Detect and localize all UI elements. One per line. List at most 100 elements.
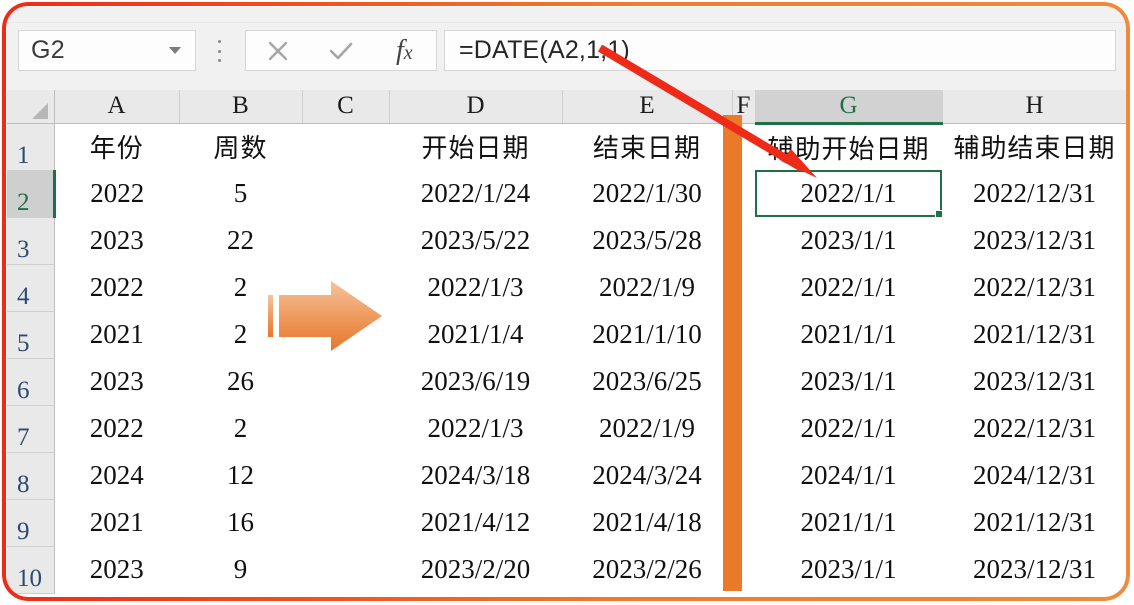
cell-g9[interactable]: 2021/1/1 bbox=[755, 499, 942, 546]
fx-icon[interactable]: fx bbox=[373, 31, 436, 70]
cell-c2[interactable] bbox=[302, 170, 389, 217]
cell-c1[interactable] bbox=[302, 123, 389, 170]
formula-bar-top-strip bbox=[7, 7, 1127, 23]
cell-h4[interactable]: 2022/12/31 bbox=[942, 264, 1127, 311]
cell-b9[interactable]: 16 bbox=[179, 499, 302, 546]
cell-g5[interactable]: 2021/1/1 bbox=[755, 311, 942, 358]
cell-a7[interactable]: 2022 bbox=[54, 405, 179, 452]
cell-d4[interactable]: 2022/1/3 bbox=[389, 264, 562, 311]
cell-c8[interactable] bbox=[302, 452, 389, 499]
cell-b3[interactable]: 22 bbox=[179, 217, 302, 264]
cell-b1[interactable]: 周数 bbox=[179, 123, 302, 170]
cell-h7[interactable]: 2022/12/31 bbox=[942, 405, 1127, 452]
cell-a8[interactable]: 2024 bbox=[54, 452, 179, 499]
right-block-arrow-icon bbox=[268, 278, 384, 354]
cell-b7[interactable]: 2 bbox=[179, 405, 302, 452]
cell-e6[interactable]: 2023/6/25 bbox=[562, 358, 732, 405]
cell-e8[interactable]: 2024/3/24 bbox=[562, 452, 732, 499]
column-header-g[interactable]: G bbox=[755, 90, 943, 125]
cell-c6[interactable] bbox=[302, 358, 389, 405]
table-row: 5 2021 2 2021/1/4 2021/1/10 2021/1/1 202… bbox=[7, 311, 1127, 359]
cell-d6[interactable]: 2023/6/19 bbox=[389, 358, 562, 405]
cell-h8[interactable]: 2024/12/31 bbox=[942, 452, 1127, 499]
cell-g6[interactable]: 2023/1/1 bbox=[755, 358, 942, 405]
cell-c7[interactable] bbox=[302, 405, 389, 452]
column-header-d[interactable]: D bbox=[389, 90, 563, 124]
cell-g3[interactable]: 2023/1/1 bbox=[755, 217, 942, 264]
column-header-e[interactable]: E bbox=[562, 90, 733, 124]
cell-a9[interactable]: 2021 bbox=[54, 499, 179, 546]
check-icon[interactable] bbox=[309, 31, 372, 70]
cell-g1[interactable]: 辅助开始日期 bbox=[755, 123, 942, 170]
chevron-down-icon[interactable] bbox=[169, 47, 181, 54]
cell-a6[interactable]: 2023 bbox=[54, 358, 179, 405]
cell-d3[interactable]: 2023/5/22 bbox=[389, 217, 562, 264]
cell-h5[interactable]: 2021/12/31 bbox=[942, 311, 1127, 358]
column-header-a[interactable]: A bbox=[54, 90, 180, 124]
cell-b10[interactable]: 9 bbox=[179, 546, 302, 593]
cell-d2[interactable]: 2022/1/24 bbox=[389, 170, 562, 217]
cell-c3[interactable] bbox=[302, 217, 389, 264]
cell-g10[interactable]: 2023/1/1 bbox=[755, 546, 942, 593]
formula-input[interactable]: =DATE(A2,1,1) bbox=[444, 30, 1116, 71]
worksheet-grid[interactable]: A B C D E F G H 1 年份 周数 开始日期 结束日期 辅助开始日期… bbox=[7, 90, 1127, 598]
column-header-b[interactable]: B bbox=[179, 90, 303, 124]
cell-h1[interactable]: 辅助结束日期 bbox=[942, 123, 1127, 170]
cell-h2[interactable]: 2022/12/31 bbox=[942, 170, 1127, 217]
row-header-2[interactable]: 2 bbox=[7, 170, 56, 218]
cell-e4[interactable]: 2022/1/9 bbox=[562, 264, 732, 311]
cell-a4[interactable]: 2022 bbox=[54, 264, 179, 311]
cell-b6[interactable]: 26 bbox=[179, 358, 302, 405]
table-row: 10 2023 9 2023/2/20 2023/2/26 2023/1/1 2… bbox=[7, 546, 1127, 594]
name-box[interactable]: G2 bbox=[18, 30, 196, 71]
excel-window: G2 fx =DATE(A2,1,1) A B C D E F G H 1 年份… bbox=[7, 7, 1127, 598]
sheet-table: A B C D E F G H 1 年份 周数 开始日期 结束日期 辅助开始日期… bbox=[7, 90, 1127, 594]
cell-e10[interactable]: 2023/2/26 bbox=[562, 546, 732, 593]
cell-e7[interactable]: 2022/1/9 bbox=[562, 405, 732, 452]
column-header-h[interactable]: H bbox=[942, 90, 1127, 124]
cell-h6[interactable]: 2023/12/31 bbox=[942, 358, 1127, 405]
cell-g8[interactable]: 2024/1/1 bbox=[755, 452, 942, 499]
cell-e1[interactable]: 结束日期 bbox=[562, 123, 732, 170]
kebab-menu-icon[interactable] bbox=[212, 40, 226, 62]
cell-e5[interactable]: 2021/1/10 bbox=[562, 311, 732, 358]
cell-g2[interactable]: 2022/1/1 bbox=[755, 170, 942, 217]
cell-e9[interactable]: 2021/4/18 bbox=[562, 499, 732, 546]
cell-a3[interactable]: 2023 bbox=[54, 217, 179, 264]
cell-a5[interactable]: 2021 bbox=[54, 311, 179, 358]
table-row: 7 2022 2 2022/1/3 2022/1/9 2022/1/1 2022… bbox=[7, 405, 1127, 453]
row-header-8[interactable]: 8 bbox=[7, 452, 55, 500]
cell-a1[interactable]: 年份 bbox=[54, 123, 179, 170]
cell-d10[interactable]: 2023/2/20 bbox=[389, 546, 562, 593]
row-header-9[interactable]: 9 bbox=[7, 499, 55, 547]
cell-a2[interactable]: 2022 bbox=[54, 170, 179, 217]
row-header-1[interactable]: 1 bbox=[7, 123, 55, 171]
row-header-3[interactable]: 3 bbox=[7, 217, 55, 265]
cell-c9[interactable] bbox=[302, 499, 389, 546]
cell-h10[interactable]: 2023/12/31 bbox=[942, 546, 1127, 593]
cell-d1[interactable]: 开始日期 bbox=[389, 123, 562, 170]
cell-d9[interactable]: 2021/4/12 bbox=[389, 499, 562, 546]
row-header-4[interactable]: 4 bbox=[7, 264, 55, 312]
cell-h9[interactable]: 2021/12/31 bbox=[942, 499, 1127, 546]
column-header-c[interactable]: C bbox=[302, 90, 390, 124]
cell-g4[interactable]: 2022/1/1 bbox=[755, 264, 942, 311]
row-header-6[interactable]: 6 bbox=[7, 358, 55, 406]
row-header-10[interactable]: 10 bbox=[7, 546, 55, 594]
cell-a10[interactable]: 2023 bbox=[54, 546, 179, 593]
cell-e2[interactable]: 2022/1/30 bbox=[562, 170, 732, 217]
cell-b2[interactable]: 5 bbox=[179, 170, 302, 217]
cell-h3[interactable]: 2023/12/31 bbox=[942, 217, 1127, 264]
close-icon[interactable] bbox=[246, 31, 309, 70]
cell-d8[interactable]: 2024/3/18 bbox=[389, 452, 562, 499]
cell-d7[interactable]: 2022/1/3 bbox=[389, 405, 562, 452]
fill-handle[interactable] bbox=[935, 210, 942, 217]
cell-c10[interactable] bbox=[302, 546, 389, 593]
row-header-7[interactable]: 7 bbox=[7, 405, 55, 453]
cell-b8[interactable]: 12 bbox=[179, 452, 302, 499]
cell-e3[interactable]: 2023/5/28 bbox=[562, 217, 732, 264]
cell-g7[interactable]: 2022/1/1 bbox=[755, 405, 942, 452]
cell-d5[interactable]: 2021/1/4 bbox=[389, 311, 562, 358]
select-all-triangle-icon[interactable] bbox=[7, 90, 55, 124]
row-header-5[interactable]: 5 bbox=[7, 311, 55, 359]
